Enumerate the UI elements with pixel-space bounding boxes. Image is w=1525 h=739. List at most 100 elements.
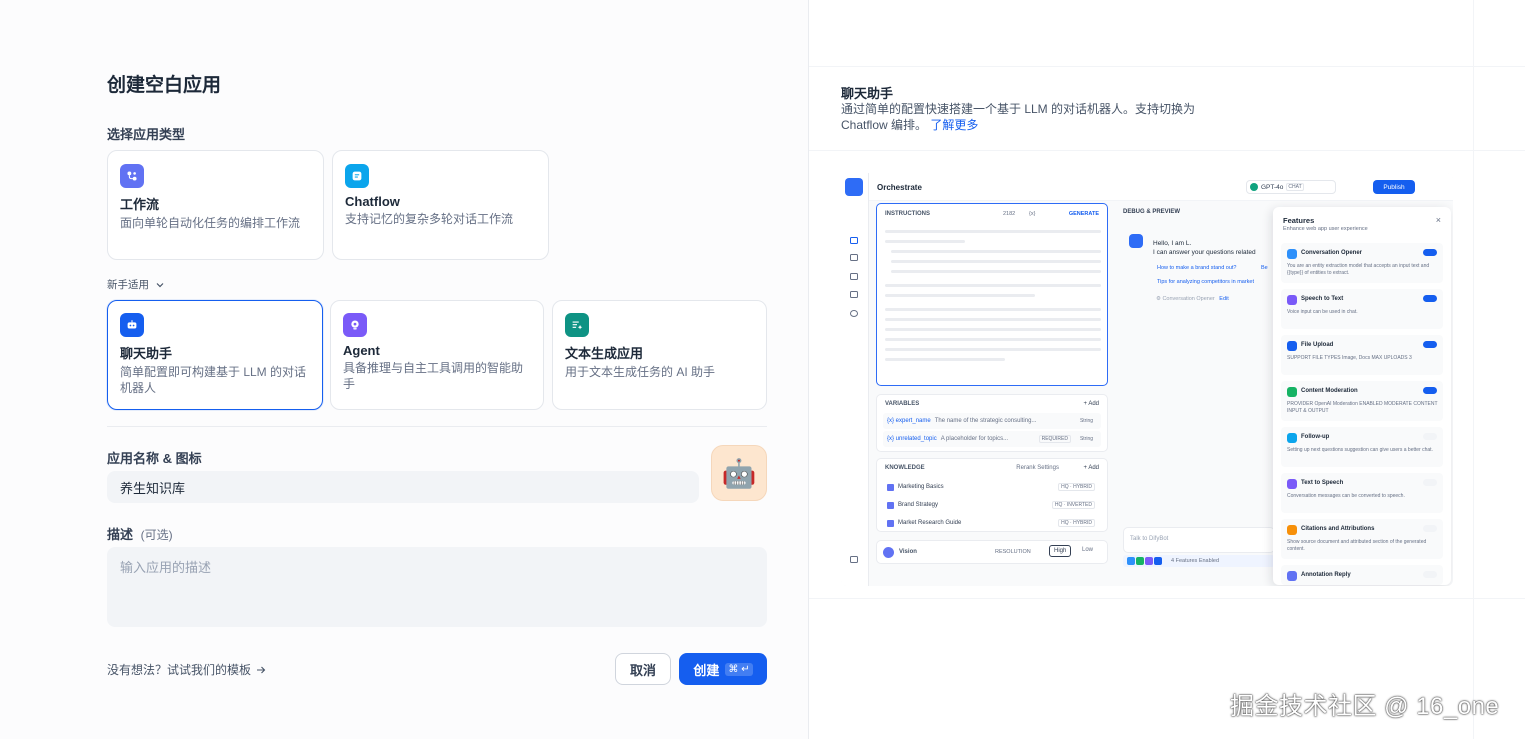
- mock-suggested-question: How to make a brand stand out?: [1157, 265, 1237, 271]
- mock-feature-desc: Conversation messages can be converted t…: [1287, 493, 1405, 499]
- mock-vision: Vision RESOLUTION High Low: [876, 540, 1108, 564]
- divider: [107, 426, 767, 427]
- skeleton-line: [885, 230, 1101, 233]
- create-button-label: 创建: [693, 662, 720, 678]
- mock-var-required: REQUIRED: [1038, 435, 1071, 443]
- toggle-on: [1423, 295, 1437, 302]
- mock-var-name: {x} unrelated_topic: [887, 436, 937, 442]
- card-title: 工作流: [120, 197, 160, 212]
- mock-features-enabled: 4 Features Enabled: [1171, 558, 1220, 564]
- app-preview-screenshot: Orchestrate GPT-4o CHAT Publish INSTRUCT…: [841, 173, 1453, 586]
- mock-knowledge: KNOWLEDGE Rerank Settings + Add Marketin…: [876, 458, 1108, 532]
- mock-var-row: {x} expert_name The name of the strategi…: [883, 413, 1101, 429]
- mock-features-subtitle: Enhance web app user experience: [1283, 226, 1368, 232]
- mock-suggested-question: Tips for analyzing competitors in market: [1157, 279, 1254, 285]
- mock-doc-name: Brand Strategy: [898, 502, 939, 508]
- mock-generate: GENERATE: [1068, 211, 1099, 217]
- mock-doc-row: Market Research Guide HQ · HYBRID: [883, 515, 1101, 531]
- card-title: 文本生成应用: [565, 346, 644, 361]
- app-name-input[interactable]: 养生知识库: [107, 471, 699, 503]
- mock-title: Orchestrate: [877, 183, 922, 192]
- mock-instructions-title: INSTRUCTIONS: [885, 211, 930, 217]
- description-textarea[interactable]: 输入应用的描述: [107, 547, 767, 627]
- watermark: 掘金技术社区 @ 16_one: [1230, 693, 1500, 720]
- mock-nav-icon: [850, 237, 858, 244]
- dialog-title: 创建空白应用: [107, 75, 222, 96]
- mock-feature-desc: PROVIDER OpenAI Moderation ENABLED MODER…: [1287, 401, 1438, 414]
- template-link-text: 没有想法？试试我们的模板: [107, 663, 252, 677]
- preview-panel: 聊天助手 通过简单的配置快速搭建一个基于 LLM 的对话机器人。支持切换为 Ch…: [808, 0, 1525, 739]
- mock-feature-name: Conversation Opener: [1301, 250, 1363, 256]
- beginner-toggle[interactable]: 新手适用: [107, 277, 165, 292]
- mock-nav-icon: [850, 254, 858, 261]
- doc-icon: [887, 519, 894, 527]
- mock-model-selector: GPT-4o CHAT: [1246, 180, 1336, 194]
- mock-features-panel: Features × Enhance web app user experien…: [1273, 207, 1451, 585]
- app-icon-picker[interactable]: 🤖: [711, 445, 767, 501]
- mock-feature-name: Speech to Text: [1301, 296, 1344, 302]
- mock-chat-message: Hello, I am L. I can answer your questio…: [1153, 239, 1283, 257]
- mock-feature-name: Citations and Attributions: [1301, 526, 1375, 532]
- card-chat-assistant[interactable]: 聊天助手 简单配置即可构建基于 LLM 的对话机器人: [107, 300, 323, 410]
- mock-doc-tag: HQ · INVERTED: [1051, 501, 1095, 509]
- preview-title: 聊天助手: [841, 86, 894, 101]
- template-link[interactable]: 没有想法？试试我们的模板: [107, 661, 267, 678]
- preview-description: 通过简单的配置快速搭建一个基于 LLM 的对话机器人。支持切换为 Chatflo…: [841, 101, 1221, 133]
- mock-opener-edit: Edit: [1219, 296, 1229, 302]
- grid-line: [1473, 0, 1474, 739]
- shortcut-hint: ⌘ ↵: [725, 662, 753, 676]
- feature-icon: [1127, 557, 1135, 565]
- doc-icon: [887, 483, 894, 491]
- mock-doc-tag: HQ · HYBRID: [1058, 483, 1095, 491]
- mock-feature-desc: Setting up next questions suggestion can…: [1287, 447, 1433, 453]
- feature-icon: [1287, 525, 1297, 535]
- feature-icon: [1287, 479, 1297, 489]
- skeleton-line: [885, 240, 965, 243]
- mock-chat-tag: CHAT: [1286, 183, 1304, 191]
- mock-model-name: GPT-4o: [1261, 183, 1284, 191]
- create-app-dialog: 创建空白应用 选择应用类型 工作流 面向单轮自动化任务的编排工作流 Chatfl…: [0, 0, 1525, 739]
- card-workflow[interactable]: 工作流 面向单轮自动化任务的编排工作流: [107, 150, 324, 260]
- mock-feature-desc: Voice input can be used in chat.: [1287, 309, 1358, 315]
- mock-var-name: {x} expert_name: [887, 418, 931, 424]
- toggle-off: [1423, 479, 1437, 486]
- mock-feature-name: File Upload: [1301, 342, 1334, 348]
- mock-chat-input: Talk to DifyBot: [1123, 527, 1275, 553]
- chevron-down-icon: [156, 282, 164, 287]
- card-title: 聊天助手: [120, 346, 173, 361]
- workflow-icon: [120, 164, 144, 188]
- description-label-text: 描述: [107, 527, 134, 542]
- skeleton-line: [885, 308, 1101, 311]
- skeleton-line: [885, 348, 1101, 351]
- openai-icon: [1250, 183, 1258, 191]
- feature-icon: [1287, 571, 1297, 581]
- mock-variables: VARIABLES + Add {x} expert_name The name…: [876, 394, 1108, 452]
- card-chatflow[interactable]: Chatflow 支持记忆的复杂多轮对话工作流: [332, 150, 549, 260]
- cancel-button[interactable]: 取消: [615, 653, 671, 685]
- mock-add: + Add: [1083, 401, 1099, 407]
- mock-add: + Add: [1083, 465, 1099, 471]
- toggle-off: [1423, 525, 1437, 532]
- arrow-right-icon: [257, 666, 266, 673]
- create-button[interactable]: 创建 ⌘ ↵: [679, 653, 767, 685]
- grid-line: [809, 66, 1525, 67]
- mock-features-title: Features: [1283, 216, 1315, 225]
- mock-doc-name: Marketing Basics: [898, 484, 944, 490]
- mock-doc-name: Market Research Guide: [898, 520, 962, 526]
- card-agent[interactable]: Agent 具备推理与自主工具调用的智能助手: [330, 300, 544, 410]
- feature-icon: [1287, 295, 1297, 305]
- learn-more-link[interactable]: 了解更多: [930, 118, 978, 132]
- mock-feature-item: File Upload SUPPORT FILE TYPES Image, Do…: [1281, 335, 1443, 375]
- mock-var-desc: A placeholder for topics...: [940, 436, 1009, 442]
- card-text-generator[interactable]: 文本生成应用 用于文本生成任务的 AI 助手: [552, 300, 767, 410]
- mock-var-desc: The name of the strategic consulting...: [934, 418, 1037, 424]
- grid-line: [809, 150, 1525, 151]
- vision-icon: [883, 547, 894, 558]
- skeleton-line: [891, 270, 1101, 273]
- chat-bot-icon: [120, 313, 144, 337]
- mock-opener-text: ⚙ Conversation Opener: [1156, 296, 1215, 302]
- optional-tag: (可选): [140, 528, 173, 542]
- toggle-off: [1423, 433, 1437, 440]
- feature-icon: [1287, 341, 1297, 351]
- mock-feature-desc: Show source document and attributed sect…: [1287, 539, 1427, 552]
